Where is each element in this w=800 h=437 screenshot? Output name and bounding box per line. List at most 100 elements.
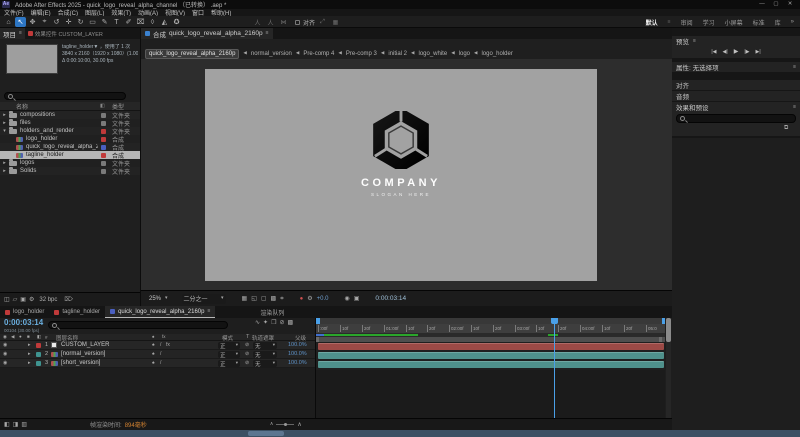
next-frame-button[interactable]: |▶	[744, 50, 749, 55]
track-matte-icon[interactable]: ⊘	[245, 343, 249, 348]
timeline-search-input[interactable]	[48, 321, 228, 329]
first-frame-button[interactable]: |◀	[711, 50, 716, 55]
quality-switch-icon[interactable]: ♠	[152, 343, 155, 348]
pen-tool[interactable]: ✎	[99, 17, 110, 27]
track-matte-dropdown[interactable]: 无 ▾	[253, 351, 277, 358]
transfer-controls-toggle[interactable]: ◨	[13, 422, 19, 428]
label-chip[interactable]	[101, 145, 106, 150]
label-chip[interactable]	[36, 343, 41, 348]
project-search-input[interactable]	[4, 92, 126, 100]
quality-slash-icon[interactable]: /	[160, 361, 161, 366]
rotation-tool[interactable]: ↻	[75, 17, 86, 27]
mask-shape-tool[interactable]: ▭	[87, 17, 98, 27]
layer-row-3[interactable]: ◉ ▸ 3 [short_version] ♠ / 正 ▾ ⊘ 无 ▾ 100.…	[0, 359, 315, 368]
previous-frame-button[interactable]: ◀|	[723, 50, 728, 55]
label-chip[interactable]	[101, 169, 106, 174]
timeline-tab-render-queue[interactable]: 渲染队列	[255, 306, 289, 318]
grid-guides-icon[interactable]: ▦	[242, 296, 248, 302]
quality-slash-icon[interactable]: /	[160, 352, 161, 357]
trash-icon[interactable]: ⌦	[64, 297, 72, 303]
clone-stamp-tool[interactable]: ⌧	[135, 17, 146, 27]
panel-menu-icon[interactable]: ≡	[19, 31, 22, 36]
layer-name[interactable]: CUSTOM_LAYER	[61, 342, 109, 348]
draft-3d-icon[interactable]: ✦	[263, 320, 268, 326]
stretch-value[interactable]: 100.0%	[288, 360, 307, 366]
workspace-tab-libraries[interactable]: 库	[775, 18, 781, 27]
timeline-tab-active[interactable]: quick_logo_reveal_alpha_2160p ≡	[105, 306, 215, 318]
close-button[interactable]: ✕	[784, 1, 796, 8]
bottom-bar-thumb[interactable]	[248, 431, 284, 436]
tab-composition-viewer[interactable]: 合成 quick_logo_reveal_alpha_2160p ≡	[141, 28, 273, 39]
maximize-button[interactable]: ▢	[770, 1, 782, 8]
zoom-out-mountain-icon[interactable]: ∧	[270, 422, 274, 427]
pan-camera-tool[interactable]: ✛	[63, 17, 74, 27]
layer-bar-1[interactable]	[318, 343, 664, 350]
twirl-icon[interactable]: ▸	[0, 169, 9, 174]
twirl-icon[interactable]: ▸	[28, 361, 31, 366]
timeline-vertical-scrollbar[interactable]	[666, 318, 671, 418]
viewer-current-time[interactable]: 0:00:03:14	[375, 295, 406, 302]
workspace-tab-small-screen[interactable]: 小屏幕	[725, 18, 743, 27]
workspace-tab-review[interactable]: 审阅	[681, 18, 693, 27]
work-area-end-handle[interactable]	[659, 337, 662, 342]
quality-slash-icon[interactable]: /	[160, 343, 161, 348]
exposure-value[interactable]: +0.0	[317, 296, 329, 302]
breadcrumb-active[interactable]: quick_logo_reveal_alpha_2160p	[145, 49, 239, 59]
mask-group-icon[interactable]: ⋈	[278, 17, 289, 27]
play-button[interactable]: ▶	[734, 49, 739, 55]
motion-blur-icon[interactable]: ▩	[287, 320, 293, 326]
minimize-button[interactable]: —	[756, 1, 768, 8]
label-chip[interactable]	[101, 161, 106, 166]
twirl-icon[interactable]: ▾	[0, 129, 9, 134]
workspace-tab-standard[interactable]: 标准	[753, 18, 765, 27]
settings-icon[interactable]: ⚙	[29, 297, 34, 303]
layer-bar-3[interactable]	[318, 361, 664, 368]
brush-tool[interactable]: ✐	[123, 17, 134, 27]
frame-blending-icon[interactable]: ⊘	[279, 320, 284, 326]
playhead-line[interactable]	[554, 318, 555, 418]
zoom-in-mountain-icon[interactable]: ∧	[297, 422, 301, 428]
eye-toggle[interactable]: ◉	[3, 352, 7, 357]
layer-name[interactable]: [normal_version]	[61, 351, 105, 357]
label-chip[interactable]	[101, 121, 106, 126]
magnification-dropdown-icon[interactable]: ▾	[165, 296, 168, 301]
time-ruler[interactable]: :00f 10f 20f 01:00f 10f 20f 02:00f 10f 2…	[316, 324, 665, 334]
preview-panel-header[interactable]: 预览 ≡	[672, 36, 800, 46]
selection-tool[interactable]: ↖	[15, 17, 26, 27]
bit-depth-button[interactable]: 32 bpc	[39, 297, 57, 303]
breadcrumb-item[interactable]: logo	[459, 51, 470, 57]
effects-presets-panel-header[interactable]: 效果和预设 ≡	[672, 102, 800, 112]
exposure-gear-icon[interactable]: ⚙	[307, 296, 312, 302]
orbit-camera-tool[interactable]: ↺	[51, 17, 62, 27]
timeline-tab-logo-holder[interactable]: logo_holder	[0, 306, 49, 318]
breadcrumb-item[interactable]: normal_version	[251, 51, 292, 57]
person-icon[interactable]: 人	[252, 17, 263, 27]
breadcrumb-item[interactable]: logo_holder	[481, 51, 512, 57]
workspace-menu-icon[interactable]: ≡	[668, 20, 671, 25]
twirl-icon[interactable]: ▸	[0, 161, 9, 166]
twirl-icon[interactable]: ▸	[0, 113, 9, 118]
comp-mini-flowchart-icon[interactable]: ∿	[255, 320, 260, 326]
mode-dropdown[interactable]: 正 ▾	[218, 360, 240, 367]
layer-switches-toggle[interactable]: ◧	[4, 422, 10, 428]
interpret-footage-icon[interactable]: ◫	[4, 297, 10, 303]
mode-dropdown[interactable]: 正 ▾	[218, 342, 240, 349]
timeline-zoom-slider[interactable]	[276, 424, 294, 425]
home-icon[interactable]: ⌂	[3, 17, 14, 27]
composition-frame[interactable]: COMPANY SLOGAN HERE	[205, 69, 597, 281]
hand-tool[interactable]: ✥	[27, 17, 38, 27]
shy-layers-icon[interactable]: ❐	[271, 320, 276, 326]
label-chip[interactable]	[36, 352, 41, 357]
layer-bar-2[interactable]	[318, 352, 664, 359]
project-row[interactable]: ▸ Solids 文件夹	[0, 167, 140, 175]
quality-switch-icon[interactable]: ♠	[152, 352, 155, 357]
quality-switch-icon[interactable]: ♠	[152, 361, 155, 366]
viewer-canvas[interactable]: COMPANY SLOGAN HERE	[141, 59, 672, 290]
layer-name[interactable]: [short_version]	[61, 360, 100, 366]
new-folder-icon[interactable]: ▱	[13, 297, 18, 303]
channel-icon[interactable]: ●	[300, 296, 304, 302]
label-chip[interactable]	[101, 113, 106, 118]
person-icon[interactable]: 人	[265, 17, 276, 27]
snap-checkbox[interactable]	[295, 20, 300, 25]
timeline-tab-tagline-holder[interactable]: tagline_holder	[49, 306, 105, 318]
